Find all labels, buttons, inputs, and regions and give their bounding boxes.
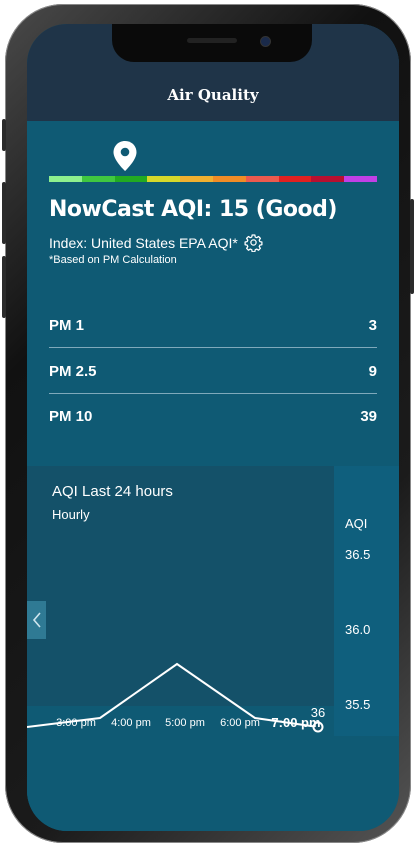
aqi-scale-segment <box>212 176 246 182</box>
aqi-line-chart: 36 <box>27 662 325 733</box>
divider <box>49 347 377 348</box>
pm25-value: 9 <box>368 362 377 380</box>
page-title: Air Quality <box>167 86 259 104</box>
index-line: Index: United States EPA AQI* <box>49 233 263 252</box>
aqi-scale-segment <box>311 176 345 182</box>
mute-switch <box>2 119 6 151</box>
app-header: Air Quality <box>27 24 399 121</box>
pm1-value: 3 <box>368 316 377 334</box>
x-tick-label: 4:00 pm <box>111 717 151 729</box>
chart-scroll-left-button[interactable] <box>27 601 46 639</box>
chevron-left-icon <box>32 612 41 628</box>
pm1-row: PM 1 3 <box>49 303 377 347</box>
notch <box>112 24 312 62</box>
chart-y-axis-panel <box>334 466 399 736</box>
pm25-row: PM 2.5 9 <box>49 349 377 393</box>
y-tick-label: 36.5 <box>345 547 371 562</box>
aqi-scale-segment <box>147 176 181 182</box>
aqi-scale-segment <box>344 176 377 182</box>
aqi-scale-segment <box>245 176 279 182</box>
volume-down-button <box>2 256 6 318</box>
nowcast-aqi-headline: NowCast AQI: 15 (Good) <box>49 197 337 222</box>
phone-frame: Air Quality NowCast AQI: 15 (Good) Index… <box>2 4 414 843</box>
aqi-color-scale <box>49 176 377 182</box>
aqi-content: NowCast AQI: 15 (Good) Index: United Sta… <box>27 121 399 831</box>
screen: Air Quality NowCast AQI: 15 (Good) Index… <box>27 24 399 831</box>
front-camera <box>260 36 271 47</box>
pm-calculation-note: *Based on PM Calculation <box>49 254 177 266</box>
volume-up-button <box>2 182 6 244</box>
y-tick-label: 36.0 <box>345 622 371 637</box>
x-tick-label: 5:00 pm <box>165 717 205 729</box>
power-button <box>410 199 414 294</box>
pm10-label: PM 10 <box>49 407 93 425</box>
x-tick-label-current[interactable]: 7:00 pm <box>271 715 320 730</box>
aqi-scale-segment <box>278 176 312 182</box>
pm25-label: PM 2.5 <box>49 362 97 380</box>
aqi-scale-segment <box>81 176 115 182</box>
y-axis-title: AQI <box>345 516 368 531</box>
aqi-scale-segment <box>180 176 213 182</box>
location-pin-icon <box>113 141 137 171</box>
index-label: Index: United States EPA AQI* <box>49 234 238 251</box>
x-tick-label: 6:00 pm <box>220 717 260 729</box>
aqi-scale-segment <box>49 176 82 182</box>
pm10-value: 39 <box>360 407 377 425</box>
x-tick-label: 3:00 pm <box>56 717 96 729</box>
pm10-row: PM 10 39 <box>49 394 377 438</box>
speaker-grille <box>187 38 237 43</box>
y-tick-label: 35.5 <box>345 697 371 712</box>
gear-icon[interactable] <box>244 233 263 252</box>
pm1-label: PM 1 <box>49 316 85 334</box>
aqi-scale-segment <box>114 176 148 182</box>
